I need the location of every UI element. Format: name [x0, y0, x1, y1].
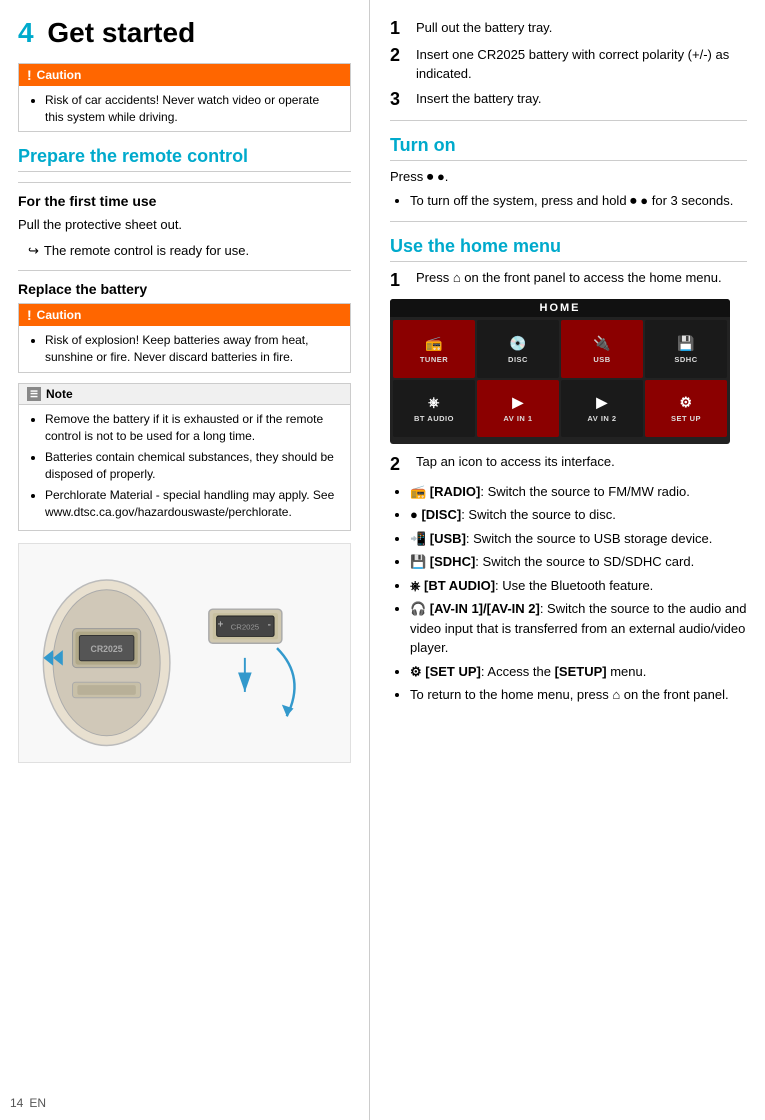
sdhc-label: SDHC [674, 355, 697, 364]
step-3-text: Insert the battery tray. [416, 89, 747, 109]
menu-usb: 🔌 USB [561, 320, 643, 378]
caution-item: Risk of car accidents! Never watch video… [45, 92, 340, 126]
battery-steps-list: 1 Pull out the battery tray. 2 Insert on… [390, 18, 747, 110]
menu-av-in-2: ▶ AV IN 2 [561, 380, 643, 438]
caution-header-top: ! Caution [19, 64, 350, 86]
menu-bt-audio: ⎈ BT AUDIO [393, 380, 475, 438]
svg-text:CR2025: CR2025 [91, 644, 123, 654]
caution-battery-item: Risk of explosion! Keep batteries away f… [45, 332, 340, 366]
battery-svg: CR2025 CR2025 + - [19, 548, 350, 758]
home-menu-image: HOME 📻 TUNER 💿 DISC 🔌 USB 💾 SDHC [390, 299, 730, 444]
first-time-title: For the first time use [18, 193, 351, 209]
step-3-num: 3 [390, 89, 412, 111]
tuner-label: TUNER [420, 355, 448, 364]
note-box-battery: ☰ Note Remove the battery if it is exhau… [18, 383, 351, 531]
av1-icon: ▶ [512, 394, 523, 411]
av2-label: AV IN 2 [587, 414, 616, 423]
bullet-disc: ● [DISC]: Switch the source to disc. [410, 505, 747, 525]
note-item-3: Perchlorate Material - special handling … [45, 487, 340, 522]
usb-label: USB [593, 355, 610, 364]
note-icon: ☰ [27, 387, 41, 401]
home-step-2-text: Tap an icon to access its interface. [416, 454, 747, 469]
home-step-1-num: 1 [390, 270, 412, 292]
arrow-icon: ↪ [28, 241, 39, 261]
step-1-text: Pull out the battery tray. [416, 18, 747, 38]
page-number: 14 [10, 1096, 23, 1110]
menu-sdhc: 💾 SDHC [645, 320, 727, 378]
tuner-icon: 📻 [425, 335, 443, 352]
first-time-body: Pull the protective sheet out. [18, 215, 351, 235]
menu-tuner: 📻 TUNER [393, 320, 475, 378]
chapter-number: 4 [18, 17, 34, 48]
bt-icon: ⎈ [428, 394, 440, 411]
note-item-2: Batteries contain chemical substances, t… [45, 449, 340, 484]
home-step-1: 1 Press ⌂ on the front panel to access t… [390, 270, 747, 292]
bt-label: BT AUDIO [414, 414, 454, 423]
disc-label: DISC [508, 355, 528, 364]
sdhc-icon: 💾 [677, 335, 695, 352]
bullet-setup: ⚙ [SET UP]: Access the [SETUP] menu. [410, 662, 747, 682]
step-2-num: 2 [390, 45, 412, 67]
caution-header-battery: ! Caution [19, 304, 350, 326]
usb-icon: 🔌 [593, 335, 611, 352]
turn-on-title: Turn on [390, 135, 747, 161]
first-time-arrow: ↪ The remote control is ready for use. [28, 241, 351, 261]
step-1-num: 1 [390, 18, 412, 40]
step-2: 2 Insert one CR2025 battery with correct… [390, 45, 747, 84]
svg-text:CR2025: CR2025 [231, 623, 260, 632]
home-menu-label: HOME [390, 299, 730, 317]
home-menu-grid: 📻 TUNER 💿 DISC 🔌 USB 💾 SDHC ⎈ [390, 317, 730, 440]
step-3: 3 Insert the battery tray. [390, 89, 747, 111]
battery-illustration-area: CR2025 CR2025 + - [18, 543, 351, 763]
caution-body-battery: Risk of explosion! Keep batteries away f… [19, 326, 350, 372]
turn-on-bullets: To turn off the system, press and hold ⏺… [390, 191, 747, 211]
bullet-bt: ⎈ [BT AUDIO]: Use the Bluetooth feature. [410, 576, 747, 596]
use-home-menu-section: Use the home menu 1 Press ⌂ on the front… [390, 236, 747, 705]
turn-on-section: Turn on Press ⏺ ●. To turn off the syste… [390, 135, 747, 211]
av1-label: AV IN 1 [503, 414, 532, 423]
caution-box-top: ! Caution Risk of car accidents! Never w… [18, 63, 351, 133]
divider-right-2 [390, 221, 747, 222]
menu-setup: ⚙ SET UP [645, 380, 727, 438]
right-column: 1 Pull out the battery tray. 2 Insert on… [370, 0, 765, 1120]
divider-right-1 [390, 120, 747, 121]
page-language: EN [29, 1096, 46, 1110]
bullet-usb: 📲 [USB]: Switch the source to USB storag… [410, 529, 747, 549]
disc-icon: 💿 [509, 335, 527, 352]
press-text: Press ⏺ ●. [390, 169, 747, 185]
divider-1 [18, 182, 351, 183]
prepare-section-title: Prepare the remote control [18, 146, 351, 172]
svg-text:-: - [268, 620, 271, 631]
chapter-title: 4 Get started [18, 18, 351, 49]
divider-2 [18, 270, 351, 271]
caution-exclaim-icon: ! [27, 67, 32, 83]
av2-icon: ▶ [596, 394, 607, 411]
bullet-avin: 🎧 [AV-IN 1]/[AV-IN 2]: Switch the source… [410, 599, 747, 658]
menu-disc: 💿 DISC [477, 320, 559, 378]
bullet-return: To return to the home menu, press ⌂ on t… [410, 685, 747, 705]
home-step-1-text: Press ⌂ on the front panel to access the… [416, 270, 747, 285]
note-header: ☰ Note [19, 384, 350, 405]
caution-box-battery: ! Caution Risk of explosion! Keep batter… [18, 303, 351, 373]
setup-icon: ⚙ [679, 394, 692, 411]
step-1: 1 Pull out the battery tray. [390, 18, 747, 40]
step-2-text: Insert one CR2025 battery with correct p… [416, 45, 747, 84]
caution-body-top: Risk of car accidents! Never watch video… [19, 86, 350, 132]
note-item-1: Remove the battery if it is exhausted or… [45, 411, 340, 446]
page-footer: 14 EN [10, 1096, 46, 1110]
home-step-2-num: 2 [390, 454, 412, 476]
home-menu-bullets: 📻 [RADIO]: Switch the source to FM/MW ra… [390, 482, 747, 705]
home-menu-title: Use the home menu [390, 236, 747, 262]
left-column: 4 Get started ! Caution Risk of car acci… [0, 0, 370, 1120]
bullet-sdhc: 💾 [SDHC]: Switch the source to SD/SDHC c… [410, 552, 747, 572]
note-body: Remove the battery if it is exhausted or… [19, 405, 350, 530]
svg-text:+: + [218, 620, 224, 631]
setup-label: SET UP [671, 414, 701, 423]
home-step-2: 2 Tap an icon to access its interface. [390, 454, 747, 476]
caution-exclaim-battery-icon: ! [27, 307, 32, 323]
bullet-radio: 📻 [RADIO]: Switch the source to FM/MW ra… [410, 482, 747, 502]
turn-off-bullet: To turn off the system, press and hold ⏺… [410, 191, 747, 211]
replace-battery-title: Replace the battery [18, 281, 351, 297]
menu-av-in-1: ▶ AV IN 1 [477, 380, 559, 438]
